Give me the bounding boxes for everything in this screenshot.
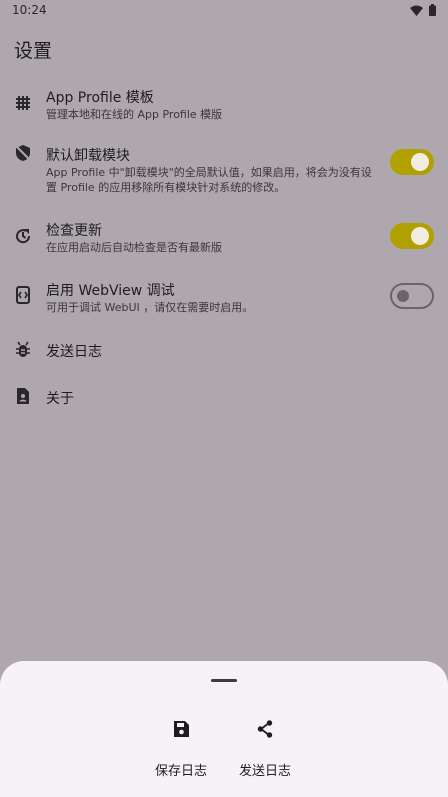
save-log-button[interactable]: 保存日志	[146, 719, 216, 779]
toggle-knob	[411, 227, 429, 245]
setting-description: 管理本地和在线的 App Profile 模版	[46, 108, 223, 121]
setting-description: 可用于调试 WebUI ，请仅在需要时启用。	[46, 301, 254, 314]
setting-title: 检查更新	[46, 223, 102, 239]
setting-about[interactable]: 关于	[0, 385, 448, 409]
setting-send-log[interactable]: 发送日志	[0, 338, 448, 362]
status-bar: 10:24	[0, 0, 448, 20]
setting-title: App Profile 模板	[46, 90, 154, 106]
battery-icon	[429, 4, 436, 16]
toggle-knob	[411, 153, 429, 171]
drag-handle[interactable]	[211, 679, 237, 682]
bottom-sheet: 保存日志 发送日志	[0, 661, 448, 797]
setting-description: App Profile 中"卸载模块"的全局默认值，如果启用，将会为没有设置 P…	[46, 166, 372, 194]
toggle-knob	[397, 290, 409, 302]
grid-icon	[16, 96, 30, 110]
page-title: 设置	[14, 40, 53, 62]
setting-app-profile-template[interactable]: App Profile 模板 管理本地和在线的 App Profile 模版	[0, 84, 448, 126]
check-update-toggle[interactable]	[390, 223, 434, 249]
setting-title: 关于	[46, 391, 74, 407]
save-log-label: 保存日志	[154, 764, 207, 779]
setting-check-update[interactable]: 检查更新 在应用启动后自动检查是否有最新版	[0, 217, 448, 257]
send-log-button[interactable]: 发送日志	[230, 719, 300, 779]
setting-webview-debug[interactable]: 启用 WebView 调试 可用于调试 WebUI ，请仅在需要时启用。	[0, 279, 448, 319]
setting-title: 默认卸载模块	[46, 148, 130, 164]
webview-icon	[16, 286, 30, 304]
default-unmount-toggle[interactable]	[390, 149, 434, 175]
share-icon	[257, 720, 273, 738]
wifi-icon	[410, 5, 423, 16]
webview-debug-toggle[interactable]	[390, 283, 434, 309]
setting-title: 启用 WebView 调试	[46, 283, 175, 299]
setting-default-unmount-modules[interactable]: 默认卸载模块 App Profile 中"卸载模块"的全局默认值，如果启用，将会…	[0, 142, 448, 198]
shield-off-icon	[15, 145, 31, 161]
update-icon	[16, 229, 31, 244]
bug-icon	[16, 341, 30, 357]
setting-description: 在应用启动后自动检查是否有最新版	[46, 241, 222, 254]
send-log-label: 发送日志	[238, 764, 291, 779]
status-time: 10:24	[12, 3, 47, 17]
contact-file-icon	[17, 388, 29, 404]
save-icon	[174, 721, 189, 737]
setting-title: 发送日志	[46, 344, 102, 360]
